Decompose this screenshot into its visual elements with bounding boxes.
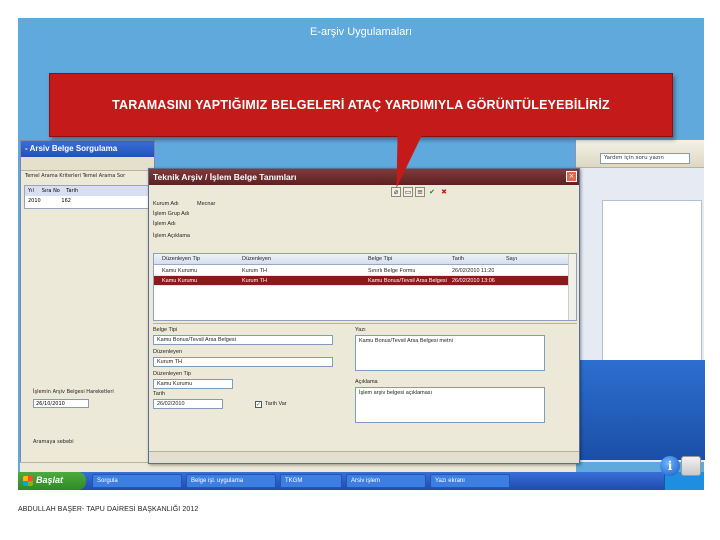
cancel-icon[interactable]: ✖ [439,187,449,197]
callout-box: TARAMASINI YAPTIĞIMIZ BELGELERİ ATAÇ YAR… [49,73,673,137]
islem-adi-label: İşlem Adı [153,221,176,227]
bg-window-tabs[interactable]: Temel Arama Kriterleri Temel Arama Sor [21,171,154,181]
dialog-title: Teknik Arşiv / İşlem Belge Tanımları [153,172,297,182]
taskbar-item[interactable]: Sorgula [92,474,182,488]
desktop-background [576,360,705,460]
view-icon[interactable]: ▭ [403,187,413,197]
duzenleyen-tip-label: Düzenleyen Tip [153,371,191,377]
taskbar-item[interactable]: Arsiv işlem [346,474,426,488]
tarih-field[interactable]: 26/02/2010 [153,399,223,409]
bg-grid-col-sira[interactable]: Sıra No [42,188,60,194]
bg-grid-col-tarih[interactable]: Tarih [66,188,78,194]
aciklama-label: Açıklama [355,379,378,385]
duzenleyen-label: Düzenleyen [153,349,183,355]
tarih-var-checkbox[interactable]: ✓ [255,401,262,408]
belge-grid-header: Düzenleyen Tip Düzenleyen Belge Tipi Tar… [154,254,576,265]
table-row-selected[interactable]: Kamu Kurumu Kurum TH Kamu Bonus/Tevsil A… [154,276,576,286]
dialog-toolbar: ⌀ ▭ ≡ ✔ ✖ [391,187,449,199]
tarih-var-label: Tarih Var [265,401,287,407]
list-icon[interactable]: ≡ [415,187,425,197]
windows-logo-icon [23,476,33,486]
bg-grid-col-year[interactable]: Yıl [28,188,34,194]
col-tarih[interactable]: Tarih [452,256,464,262]
bg-grid-row[interactable]: 2010 162 [25,196,150,206]
table-row[interactable]: Kamu Kurumu Kurum TH Sınırlı Belge Formu… [154,266,576,276]
grid-scrollbar[interactable] [568,254,576,320]
bg-grid-header: Yıl Sıra No Tarih [25,186,150,196]
duzenleyen-field[interactable]: Kurum TH [153,357,333,367]
islem-aciklama-label: İşlem Açıklama [153,233,190,239]
bg-window-toolbar [21,157,154,171]
col-belge-tipi[interactable]: Belge Tipi [368,256,392,262]
bg-window-title: - Arsiv Belge Sorgulama [21,141,154,157]
col-duzenleyen-tip[interactable]: Düzenleyen Tip [162,256,200,262]
belge-tipi-label: Belge Tipi [153,327,178,333]
help-search-input[interactable]: Yardım için soru yazın [600,153,690,164]
dialog-titlebar: Teknik Arşiv / İşlem Belge Tanımları × [149,169,579,185]
start-button[interactable]: Başlat [18,472,86,490]
slide-nav-icon[interactable] [681,456,701,476]
col-duzenleyen[interactable]: Düzenleyen [242,256,271,262]
yazi-area[interactable]: Kamu Bonus/Tevsil Arsa Belgesi metni [355,335,545,371]
taskbar-item[interactable]: TKGM [280,474,342,488]
taskbar: Başlat Sorgula Belge işl. uygulama TKGM … [18,472,704,490]
word-window: Yardım için soru yazın [575,140,705,462]
slide-footer: ABDULLAH BAŞER- TAPU DAİRESİ BAŞKANLIĞI … [18,506,199,513]
tarih-label: Tarih [153,391,165,397]
paperclip-icon[interactable]: ⌀ [391,187,401,197]
kurum-adi-label: Kurum Adı [153,201,179,207]
bg-status-text: Aramaya sebebi [33,439,74,445]
taskbar-item[interactable]: Yazı ekranı [430,474,510,488]
aciklama-area[interactable]: İşlem arşiv belgesi açıklaması [355,387,545,423]
col-sayi[interactable]: Sayı [506,256,517,262]
bg-bottom-label: İşlemin Arşiv Belgesi Hareketleri [33,389,114,395]
belge-grid: Düzenleyen Tip Düzenleyen Belge Tipi Tar… [153,253,577,321]
word-toolbar: Yardım için soru yazın [576,140,704,168]
taskbar-item[interactable]: Belge işl. uygulama [186,474,276,488]
callout-text: TARAMASINI YAPTIĞIMIZ BELGELERİ ATAÇ YAR… [112,98,610,112]
info-icon[interactable]: i [660,456,680,476]
yazi-label: Yazı [355,327,366,333]
close-icon[interactable]: × [566,171,577,182]
islem-grup-label: İşlem Grup Adı [153,211,190,217]
kurum-adi-value: Mecnar [197,201,216,207]
slide-title: E-arşiv Uygulamaları [309,26,413,38]
bg-window-grid: Yıl Sıra No Tarih 2010 162 [24,185,151,209]
dialog-status-bar [149,451,579,463]
check-icon[interactable]: ✔ [427,187,437,197]
arsiv-belge-sorgulama-window: - Arsiv Belge Sorgulama Temel Arama Krit… [20,140,155,466]
divider [153,323,577,324]
belge-tipi-field[interactable]: Kamu Bonus/Tevsil Arsa Belgesi [153,335,333,345]
bg-bottom-field[interactable]: 26/10/2010 [33,399,89,408]
duzenleyen-tip-field[interactable]: Kamu Kurumu [153,379,233,389]
teknik-arsiv-dialog: Teknik Arşiv / İşlem Belge Tanımları × ⌀… [148,168,580,464]
